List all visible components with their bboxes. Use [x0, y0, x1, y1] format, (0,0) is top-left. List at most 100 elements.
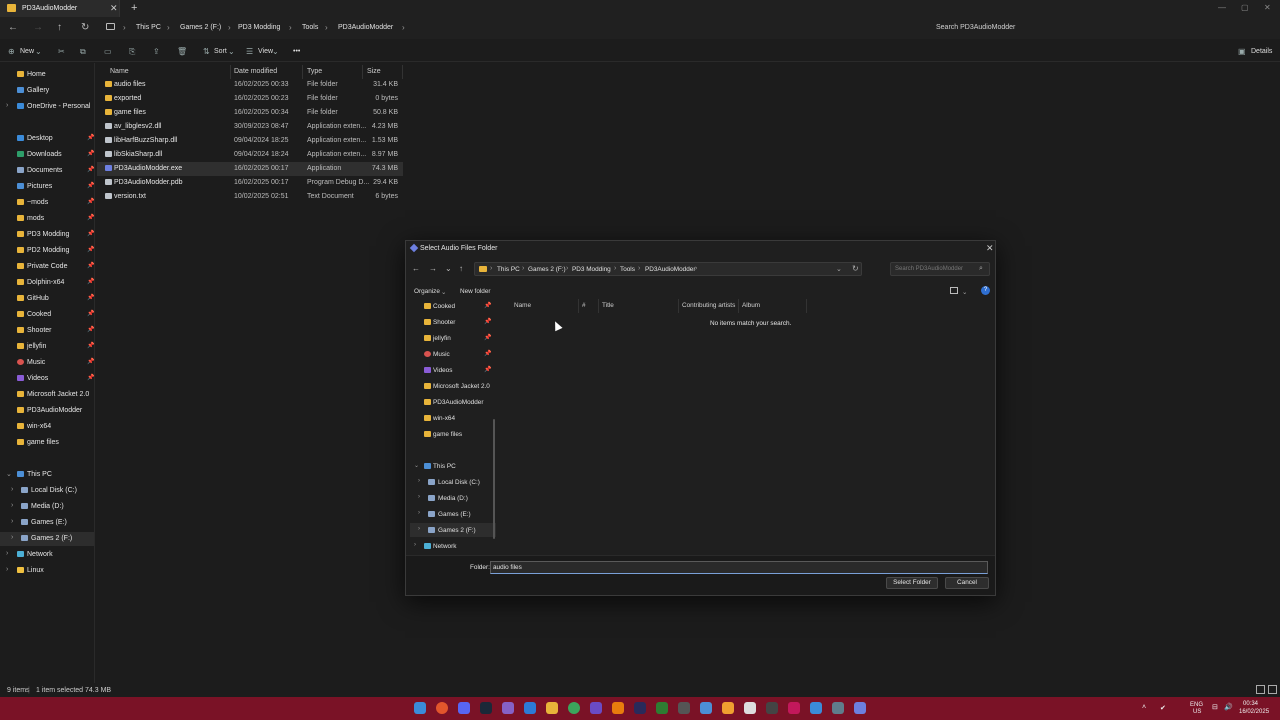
- dialog-crumb-games2[interactable]: Games 2 (F:): [528, 266, 566, 273]
- chevron-right-icon[interactable]: ›: [11, 518, 13, 525]
- chevron-right-icon[interactable]: ›: [6, 550, 8, 557]
- paste-icon[interactable]: ▭: [104, 47, 112, 56]
- tree-local-disk[interactable]: › Local Disk (C:): [410, 475, 496, 489]
- file-row[interactable]: PD3AudioModder.exe 16/02/2025 00:17 Applic…: [97, 162, 403, 176]
- xbox-icon[interactable]: [568, 702, 580, 714]
- nav-local-disk[interactable]: › Local Disk (C:): [0, 484, 94, 498]
- app-icon[interactable]: [722, 702, 734, 714]
- file-row[interactable]: audio files 16/02/2025 00:33 File folder 31…: [97, 78, 403, 92]
- minimize-button[interactable]: —: [1218, 3, 1226, 12]
- dialog-back-button[interactable]: ←: [412, 264, 420, 273]
- chevron-right-icon[interactable]: ›: [6, 566, 8, 573]
- tray-app-icon[interactable]: ✔: [1160, 704, 1166, 712]
- chevron-down-icon[interactable]: ⌄: [962, 288, 967, 296]
- dialog-search-input[interactable]: Search PD3AudioModder ⌕: [890, 262, 990, 276]
- chevron-down-icon[interactable]: ⌄: [414, 462, 419, 469]
- chevron-right-icon[interactable]: ›: [418, 494, 420, 500]
- nav-win-x64[interactable]: win-x64: [0, 420, 94, 434]
- new-button[interactable]: New: [20, 48, 34, 55]
- network-icon[interactable]: ⊟: [1212, 703, 1218, 711]
- discord-icon[interactable]: [458, 702, 470, 714]
- nav-network[interactable]: › Network: [0, 548, 94, 562]
- nav-game-files[interactable]: game files: [0, 436, 94, 450]
- cancel-button[interactable]: Cancel: [945, 577, 989, 589]
- view-options-icon[interactable]: [950, 287, 958, 294]
- tree-scrollbar[interactable]: [493, 419, 495, 539]
- crumb-pd3-modding[interactable]: PD3 Modding: [238, 24, 280, 31]
- dialog-col-name[interactable]: Name: [514, 302, 531, 309]
- tree-shooter[interactable]: Shooter 📌: [410, 315, 496, 329]
- dialog-crumb-this-pc[interactable]: This PC: [497, 266, 520, 273]
- language-indicator[interactable]: ENG: [1190, 702, 1203, 708]
- file-explorer-icon[interactable]: [546, 702, 558, 714]
- organize-button[interactable]: Organize: [414, 288, 440, 295]
- new-folder-button[interactable]: New folder: [460, 288, 491, 295]
- close-window-button[interactable]: ✕: [1264, 3, 1271, 12]
- nav-pd3audiomodder[interactable]: PD3AudioModder: [0, 404, 94, 418]
- app-icon[interactable]: [810, 702, 822, 714]
- chevron-right-icon[interactable]: ›: [11, 486, 13, 493]
- tree-cooked[interactable]: Cooked 📌: [410, 299, 496, 313]
- tiles-view-icon[interactable]: [1268, 685, 1277, 694]
- app-icon[interactable]: [700, 702, 712, 714]
- col-date[interactable]: Date modified: [234, 68, 277, 75]
- delete-icon[interactable]: 🗑: [177, 47, 187, 56]
- file-row[interactable]: libSkiaSharp.dll 09/04/2024 18:24 Applicat…: [97, 148, 403, 162]
- tree-videos[interactable]: Videos 📌: [410, 363, 496, 377]
- settings-icon[interactable]: [678, 702, 690, 714]
- refresh-button[interactable]: ↻: [81, 22, 89, 33]
- nav-music[interactable]: Music 📌: [0, 356, 94, 370]
- search-input[interactable]: Search PD3AudioModder: [930, 20, 1270, 36]
- tree-media[interactable]: › Media (D:): [410, 491, 496, 505]
- more-options-button[interactable]: •••: [293, 48, 300, 55]
- firefox-icon[interactable]: [436, 702, 448, 714]
- pd3audiomodder-taskbar-icon[interactable]: [854, 702, 866, 714]
- sort-button[interactable]: Sort: [214, 48, 227, 55]
- dialog-col-album[interactable]: Album: [742, 302, 760, 309]
- nav-onedrive[interactable]: › OneDrive - Personal: [0, 100, 94, 114]
- view-button[interactable]: View: [258, 48, 273, 55]
- chevron-right-icon[interactable]: ›: [418, 526, 420, 532]
- vscode-icon[interactable]: [524, 702, 536, 714]
- chevron-right-icon[interactable]: ›: [414, 542, 416, 548]
- chevron-down-icon[interactable]: ⌄: [6, 470, 12, 478]
- nav-private-code[interactable]: Private Code 📌: [0, 260, 94, 274]
- nav-shooter[interactable]: Shooter 📌: [0, 324, 94, 338]
- close-tab-icon[interactable]: ✕: [110, 3, 118, 14]
- crumb-tools[interactable]: Tools: [302, 24, 318, 31]
- tree-games2[interactable]: › Games 2 (F:): [410, 523, 496, 537]
- rename-icon[interactable]: ⎘: [129, 47, 135, 57]
- dialog-crumb-pd3-modding[interactable]: PD3 Modding: [572, 266, 611, 273]
- vlc-icon[interactable]: [612, 702, 624, 714]
- new-tab-button[interactable]: +: [131, 2, 137, 14]
- tree-ms-jacket[interactable]: Microsoft Jacket 2.0: [410, 379, 496, 393]
- crumb-games2[interactable]: Games 2 (F:): [180, 24, 221, 31]
- dialog-up-button[interactable]: ↑: [459, 264, 463, 273]
- obs-icon[interactable]: [634, 702, 646, 714]
- nav-linux[interactable]: › Linux: [0, 564, 94, 578]
- nav-home[interactable]: Home: [0, 68, 94, 82]
- tree-game-files[interactable]: game files: [410, 427, 496, 441]
- volume-icon[interactable]: 🔊: [1224, 703, 1233, 711]
- start-icon[interactable]: [414, 702, 426, 714]
- nav-dolphin[interactable]: Dolphin-x64 📌: [0, 276, 94, 290]
- nav-downloads[interactable]: Downloads 📌: [0, 148, 94, 162]
- nav-tilde-mods[interactable]: ~mods 📌: [0, 196, 94, 210]
- tree-this-pc[interactable]: ⌄ This PC: [410, 459, 496, 473]
- crumb-this-pc[interactable]: This PC: [136, 24, 161, 31]
- details-button[interactable]: Details: [1251, 48, 1272, 55]
- file-row[interactable]: version.txt 10/02/2025 02:51 Text Document…: [97, 190, 403, 204]
- share-icon[interactable]: ⇪: [153, 47, 160, 56]
- tree-music[interactable]: Music 📌: [410, 347, 496, 361]
- tree-jellyfin[interactable]: jellyfin 📌: [410, 331, 496, 345]
- forward-button[interactable]: →: [33, 22, 43, 33]
- nav-mods[interactable]: mods 📌: [0, 212, 94, 226]
- dialog-col-artists[interactable]: Contributing artists: [682, 302, 735, 309]
- nav-media[interactable]: › Media (D:): [0, 500, 94, 514]
- nav-ms-jacket[interactable]: Microsoft Jacket 2.0: [0, 388, 94, 402]
- copy-icon[interactable]: ⧉: [80, 47, 86, 57]
- tree-games[interactable]: › Games (E:): [410, 507, 496, 521]
- back-button[interactable]: ←: [8, 22, 18, 33]
- dialog-crumb-pd3audiomodder[interactable]: PD3AudioModder: [645, 266, 695, 273]
- nav-github[interactable]: GitHub 📌: [0, 292, 94, 306]
